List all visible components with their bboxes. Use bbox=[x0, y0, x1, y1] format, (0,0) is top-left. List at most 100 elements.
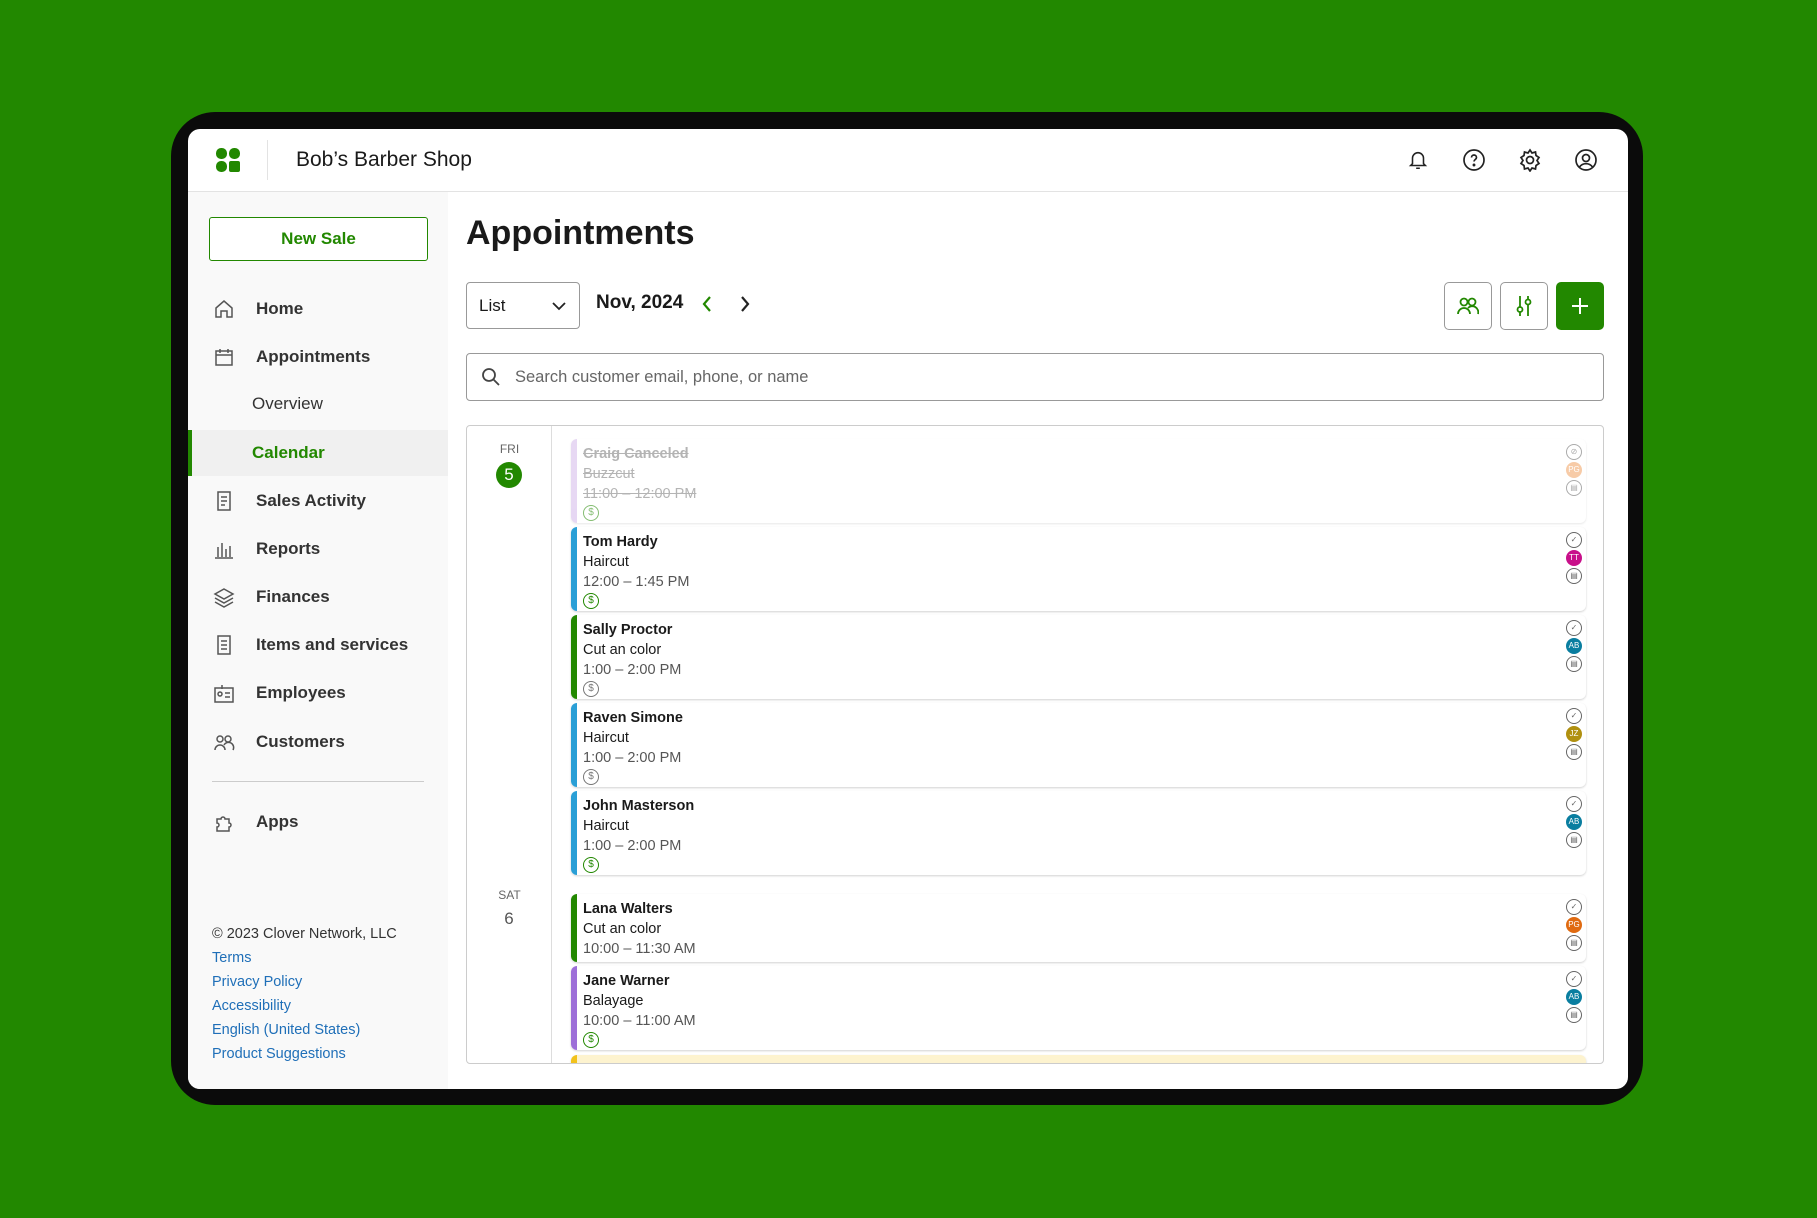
accessibility-link[interactable]: Accessibility bbox=[212, 997, 291, 1015]
sidebar-item-label: Apps bbox=[256, 812, 299, 831]
current-month: Nov, 2024 bbox=[596, 292, 684, 313]
appointment-card[interactable]: Raven Simone Haircut 1:00 – 2:00 PM $ ✓ … bbox=[571, 703, 1586, 787]
card-color-bar bbox=[571, 966, 577, 1050]
terms-link[interactable]: Terms bbox=[212, 949, 251, 967]
next-month-button[interactable] bbox=[732, 290, 758, 318]
sidebar-item-sales-activity[interactable]: Sales Activity bbox=[188, 478, 448, 524]
sidebar-item-customers[interactable]: Customers bbox=[188, 719, 448, 765]
sidebar-item-items-and-services[interactable]: Items and services bbox=[188, 622, 448, 668]
page-title: Appointments bbox=[466, 214, 695, 252]
sidebar-item-employees[interactable]: Employees bbox=[188, 670, 448, 716]
card-color-bar bbox=[571, 894, 577, 962]
add-appointment-button[interactable] bbox=[1556, 282, 1604, 330]
sidebar-item-label: Appointments bbox=[256, 347, 371, 366]
sidebar-item-label: Employees bbox=[256, 683, 346, 702]
gear-icon[interactable] bbox=[1516, 146, 1544, 174]
search-icon bbox=[482, 368, 500, 386]
sidebar-item-calendar[interactable]: Calendar bbox=[188, 430, 448, 476]
sidebar-item-overview[interactable]: Overview bbox=[188, 381, 448, 427]
appointment-card[interactable]: Jane Warner Balayage 10:00 – 11:00 AM $ … bbox=[571, 966, 1586, 1050]
note-icon[interactable]: ▤ bbox=[1566, 1007, 1582, 1023]
staff-avatar: AB bbox=[1566, 814, 1582, 830]
appointment-card[interactable]: Sally Proctor Cut an color 1:00 – 2:00 P… bbox=[571, 615, 1586, 699]
note-icon[interactable]: ▤ bbox=[1566, 935, 1582, 951]
filter-settings-button[interactable] bbox=[1500, 282, 1548, 330]
unpaid-dollar-icon: $ bbox=[583, 769, 599, 785]
puzzle-icon bbox=[212, 811, 236, 833]
customer-name: Tom Hardy bbox=[583, 534, 658, 550]
account-icon[interactable] bbox=[1572, 146, 1600, 174]
card-color-bar bbox=[571, 615, 577, 699]
sidebar-item-reports[interactable]: Reports bbox=[188, 526, 448, 572]
sidebar-divider bbox=[212, 781, 424, 782]
appointment-card-partial[interactable] bbox=[571, 1055, 1586, 1063]
bell-icon[interactable] bbox=[1404, 146, 1432, 174]
service-name: Cut an color bbox=[583, 921, 662, 937]
note-icon[interactable]: ▤ bbox=[1566, 568, 1582, 584]
card-color-bar bbox=[571, 791, 577, 875]
check-circle-icon[interactable]: ✓ bbox=[1566, 796, 1582, 812]
card-color-bar bbox=[571, 439, 577, 523]
staff-avatar: PG bbox=[1566, 917, 1582, 933]
product-suggestions-link[interactable]: Product Suggestions bbox=[212, 1045, 346, 1063]
search-input[interactable]: Search customer email, phone, or name bbox=[466, 353, 1604, 401]
appointment-time: 1:00 – 2:00 PM bbox=[583, 662, 682, 678]
check-circle-icon[interactable]: ✓ bbox=[1566, 708, 1582, 724]
search-placeholder: Search customer email, phone, or name bbox=[515, 367, 809, 386]
paid-dollar-icon: $ bbox=[583, 857, 599, 873]
help-icon[interactable] bbox=[1460, 146, 1488, 174]
list-icon bbox=[212, 634, 236, 656]
appointment-list: FRI 5 SAT 6 Craig Canceled Buzzcut 11:00… bbox=[466, 425, 1604, 1064]
sidebar-item-label: Items and services bbox=[256, 635, 409, 654]
check-circle-icon[interactable]: ✓ bbox=[1566, 899, 1582, 915]
service-name: Cut an color bbox=[583, 642, 662, 658]
day-of-week: FRI bbox=[499, 442, 520, 456]
sidebar-item-label: Home bbox=[256, 299, 304, 318]
note-icon[interactable]: ▤ bbox=[1566, 832, 1582, 848]
sidebar-item-appointments[interactable]: Appointments bbox=[188, 334, 448, 380]
clover-logo-icon[interactable] bbox=[188, 140, 268, 180]
staff-avatar: PG bbox=[1566, 462, 1582, 478]
appointment-card[interactable]: Craig Canceled Buzzcut 11:00 – 12:00 PM … bbox=[571, 439, 1586, 523]
sidebar-item-label: Customers bbox=[256, 732, 345, 751]
new-sale-button[interactable]: New Sale bbox=[209, 217, 428, 261]
prev-month-button[interactable] bbox=[694, 290, 720, 318]
staff-avatar: AB bbox=[1566, 638, 1582, 654]
note-icon[interactable]: ▤ bbox=[1566, 480, 1582, 496]
appointment-card[interactable]: John Masterson Haircut 1:00 – 2:00 PM $ … bbox=[571, 791, 1586, 875]
note-icon[interactable]: ▤ bbox=[1566, 744, 1582, 760]
date-column: FRI 5 SAT 6 bbox=[467, 426, 552, 1063]
sidebar-item-home[interactable]: Home bbox=[188, 286, 448, 332]
day-number[interactable]: 6 bbox=[496, 906, 522, 932]
sidebar-item-finances[interactable]: Finances bbox=[188, 574, 448, 620]
bar-chart-icon bbox=[212, 538, 236, 560]
staff-avatar: TT bbox=[1566, 550, 1582, 566]
service-name: Haircut bbox=[583, 730, 629, 746]
sidebar: New Sale Home Appointments Overview Calenda… bbox=[188, 192, 448, 1089]
check-circle-icon[interactable]: ✓ bbox=[1566, 971, 1582, 987]
staff-filter-button[interactable] bbox=[1444, 282, 1492, 330]
sliders-icon bbox=[1516, 296, 1532, 316]
note-icon[interactable]: ▤ bbox=[1566, 656, 1582, 672]
appointment-card[interactable]: Tom Hardy Haircut 12:00 – 1:45 PM $ ✓ TT… bbox=[571, 527, 1586, 611]
shop-name: Bob’s Barber Shop bbox=[296, 148, 472, 171]
home-icon bbox=[212, 298, 236, 320]
main-content: Appointments List Nov, 2024 Search custo… bbox=[466, 192, 1604, 1089]
customer-name: Raven Simone bbox=[583, 710, 683, 726]
view-select[interactable]: List bbox=[466, 282, 580, 329]
calendar-icon bbox=[212, 346, 236, 368]
view-select-value: List bbox=[479, 295, 506, 315]
check-circle-icon[interactable]: ✓ bbox=[1566, 620, 1582, 636]
sidebar-item-apps[interactable]: Apps bbox=[188, 799, 448, 845]
language-link[interactable]: English (United States) bbox=[212, 1021, 360, 1039]
service-name: Buzzcut bbox=[583, 466, 635, 482]
people-icon bbox=[1457, 297, 1479, 315]
canceled-icon[interactable]: ⊘ bbox=[1566, 444, 1582, 460]
paid-dollar-icon: $ bbox=[583, 593, 599, 609]
privacy-policy-link[interactable]: Privacy Policy bbox=[212, 973, 302, 991]
check-circle-icon[interactable]: ✓ bbox=[1566, 532, 1582, 548]
appointment-time: 10:00 – 11:30 AM bbox=[583, 941, 696, 957]
day-number-today[interactable]: 5 bbox=[496, 462, 522, 488]
unpaid-dollar-icon: $ bbox=[583, 681, 599, 697]
appointment-card[interactable]: Lana Walters Cut an color 10:00 – 11:30 … bbox=[571, 894, 1586, 962]
